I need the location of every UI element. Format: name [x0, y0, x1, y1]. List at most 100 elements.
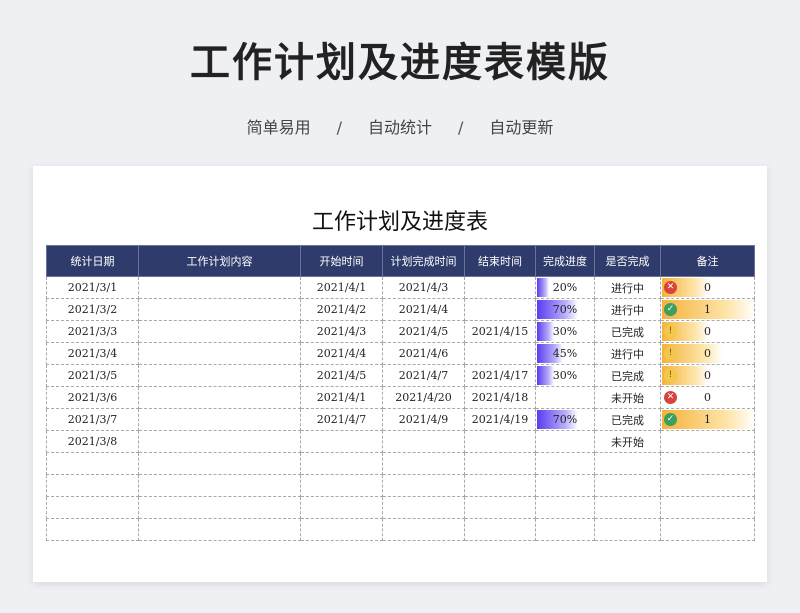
cell-status[interactable] — [594, 496, 661, 519]
col-header-note[interactable]: 备注 — [660, 245, 755, 277]
cell-status[interactable]: 已完成 — [594, 320, 661, 343]
cell-content[interactable] — [138, 408, 301, 431]
cell-stat-date[interactable]: 2021/3/1 — [46, 276, 139, 299]
cell-plan-end[interactable]: 2021/4/3 — [382, 276, 465, 299]
cell-status[interactable]: 进行中 — [594, 298, 661, 321]
cell-note[interactable]: ! 0 — [660, 342, 755, 365]
cell-start[interactable]: 2021/4/1 — [300, 386, 383, 409]
cell-start[interactable] — [300, 518, 383, 541]
cell-start[interactable]: 2021/4/4 — [300, 342, 383, 365]
cell-status[interactable] — [594, 452, 661, 475]
cell-content[interactable] — [138, 430, 301, 453]
cell-start[interactable]: 2021/4/2 — [300, 298, 383, 321]
cell-content[interactable] — [138, 364, 301, 387]
col-header-status[interactable]: 是否完成 — [594, 245, 661, 277]
cell-content[interactable] — [138, 474, 301, 497]
cell-end[interactable] — [464, 518, 536, 541]
cell-stat-date[interactable]: 2021/3/2 — [46, 298, 139, 321]
cell-note[interactable] — [660, 518, 755, 541]
cell-progress[interactable] — [535, 496, 595, 519]
cell-progress[interactable]: 20% — [535, 276, 595, 299]
cell-plan-end[interactable] — [382, 496, 465, 519]
cell-note[interactable]: ✓ 1 — [660, 298, 755, 321]
cell-stat-date[interactable]: 2021/3/8 — [46, 430, 139, 453]
cell-content[interactable] — [138, 496, 301, 519]
cell-end[interactable]: 2021/4/15 — [464, 320, 536, 343]
cell-start[interactable] — [300, 452, 383, 475]
cell-end[interactable] — [464, 496, 536, 519]
cell-progress[interactable]: 70% — [535, 408, 595, 431]
cell-status[interactable]: 未开始 — [594, 386, 661, 409]
cell-progress[interactable]: 70% — [535, 298, 595, 321]
cell-status[interactable]: 进行中 — [594, 276, 661, 299]
cell-progress[interactable]: 45% — [535, 342, 595, 365]
cell-status[interactable]: 已完成 — [594, 408, 661, 431]
cell-stat-date[interactable]: 2021/3/4 — [46, 342, 139, 365]
cell-end[interactable] — [464, 342, 536, 365]
col-header-plan-end[interactable]: 计划完成时间 — [382, 245, 465, 277]
cell-progress[interactable]: 30% — [535, 320, 595, 343]
cell-stat-date[interactable]: 2021/3/5 — [46, 364, 139, 387]
cell-start[interactable] — [300, 496, 383, 519]
cell-note[interactable] — [660, 452, 755, 475]
cell-start[interactable] — [300, 430, 383, 453]
cell-plan-end[interactable] — [382, 452, 465, 475]
cell-start[interactable] — [300, 474, 383, 497]
cell-status[interactable]: 未开始 — [594, 430, 661, 453]
cell-note[interactable]: ! 0 — [660, 320, 755, 343]
cell-end[interactable]: 2021/4/19 — [464, 408, 536, 431]
cell-content[interactable] — [138, 386, 301, 409]
col-header-end[interactable]: 结束时间 — [464, 245, 536, 277]
col-header-start[interactable]: 开始时间 — [300, 245, 383, 277]
cell-end[interactable]: 2021/4/17 — [464, 364, 536, 387]
cell-start[interactable]: 2021/4/3 — [300, 320, 383, 343]
cell-status[interactable] — [594, 518, 661, 541]
cell-end[interactable] — [464, 452, 536, 475]
cell-note[interactable] — [660, 496, 755, 519]
cell-note[interactable]: ! 0 — [660, 364, 755, 387]
cell-content[interactable] — [138, 276, 301, 299]
cell-progress[interactable] — [535, 386, 595, 409]
col-header-stat-date[interactable]: 统计日期 — [46, 245, 139, 277]
cell-progress[interactable] — [535, 474, 595, 497]
cell-plan-end[interactable]: 2021/4/6 — [382, 342, 465, 365]
cell-progress[interactable] — [535, 452, 595, 475]
cell-progress[interactable] — [535, 518, 595, 541]
cell-note[interactable] — [660, 474, 755, 497]
cell-stat-date[interactable] — [46, 474, 139, 497]
cell-start[interactable]: 2021/4/5 — [300, 364, 383, 387]
cell-end[interactable] — [464, 430, 536, 453]
cell-stat-date[interactable]: 2021/3/6 — [46, 386, 139, 409]
col-header-progress[interactable]: 完成进度 — [535, 245, 595, 277]
cell-progress[interactable] — [535, 430, 595, 453]
cell-end[interactable] — [464, 474, 536, 497]
cell-note[interactable] — [660, 430, 755, 453]
cell-plan-end[interactable]: 2021/4/9 — [382, 408, 465, 431]
cell-content[interactable] — [138, 342, 301, 365]
cell-plan-end[interactable] — [382, 474, 465, 497]
cell-status[interactable]: 进行中 — [594, 342, 661, 365]
cell-note[interactable]: ✕ 0 — [660, 386, 755, 409]
cell-note[interactable]: ✓ 1 — [660, 408, 755, 431]
cell-plan-end[interactable]: 2021/4/5 — [382, 320, 465, 343]
cell-end[interactable] — [464, 276, 536, 299]
cell-end[interactable]: 2021/4/18 — [464, 386, 536, 409]
cell-content[interactable] — [138, 518, 301, 541]
cell-stat-date[interactable] — [46, 452, 139, 475]
cell-plan-end[interactable] — [382, 518, 465, 541]
cell-start[interactable]: 2021/4/7 — [300, 408, 383, 431]
cell-stat-date[interactable] — [46, 518, 139, 541]
cell-content[interactable] — [138, 298, 301, 321]
cell-content[interactable] — [138, 320, 301, 343]
cell-content[interactable] — [138, 452, 301, 475]
cell-plan-end[interactable]: 2021/4/4 — [382, 298, 465, 321]
cell-stat-date[interactable]: 2021/3/3 — [46, 320, 139, 343]
cell-end[interactable] — [464, 298, 536, 321]
cell-stat-date[interactable] — [46, 496, 139, 519]
cell-stat-date[interactable]: 2021/3/7 — [46, 408, 139, 431]
cell-note[interactable]: ✕ 0 — [660, 276, 755, 299]
cell-status[interactable]: 已完成 — [594, 364, 661, 387]
cell-status[interactable] — [594, 474, 661, 497]
cell-progress[interactable]: 30% — [535, 364, 595, 387]
cell-plan-end[interactable]: 2021/4/20 — [382, 386, 465, 409]
